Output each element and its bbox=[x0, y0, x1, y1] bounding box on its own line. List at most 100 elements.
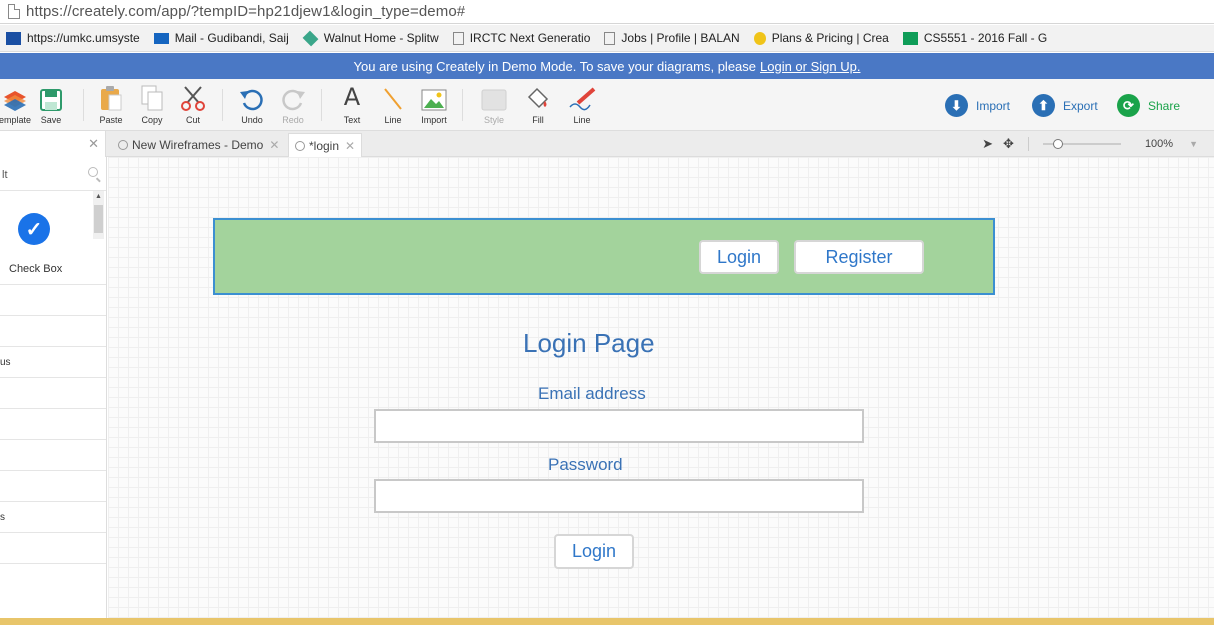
save-label: Save bbox=[40, 115, 62, 125]
shape-checkbox[interactable]: ✓ Check Box ▲ bbox=[0, 191, 106, 285]
bookmark-label: Jobs | Profile | BALAN bbox=[621, 31, 740, 45]
redo-label: Redo bbox=[282, 115, 304, 125]
template-icon bbox=[2, 85, 28, 111]
wireframe-page-title[interactable]: Login Page bbox=[523, 328, 655, 359]
library-row[interactable] bbox=[0, 316, 106, 347]
paste-button[interactable]: Paste bbox=[88, 85, 134, 125]
bookmark-mail[interactable]: Mail - Gudibandi, Saij bbox=[153, 31, 289, 45]
bookmark-irctc[interactable]: IRCTC Next Generatio bbox=[452, 31, 590, 45]
import-image-button[interactable]: Import bbox=[411, 85, 457, 125]
copy-label: Copy bbox=[141, 115, 163, 125]
import-label: Import bbox=[421, 115, 447, 125]
page-icon bbox=[604, 31, 616, 45]
chevron-down-icon[interactable]: ▼ bbox=[1189, 139, 1198, 149]
page-icon bbox=[8, 4, 20, 19]
undo-button[interactable]: Undo bbox=[229, 85, 275, 125]
export-button[interactable]: ⬆ Export bbox=[1032, 94, 1098, 117]
image-icon bbox=[421, 85, 447, 111]
bookmark-umkc[interactable]: https://umkc.umsyste bbox=[6, 31, 140, 45]
line-style-button[interactable]: Line bbox=[559, 85, 605, 125]
copy-button[interactable]: Copy bbox=[129, 85, 175, 125]
close-icon[interactable]: ✕ bbox=[88, 136, 99, 152]
text-button[interactable]: A Text bbox=[329, 83, 375, 125]
toolbar-divider bbox=[321, 89, 322, 121]
sheet-icon bbox=[902, 31, 918, 45]
url-text[interactable]: https://creately.com/app/?tempID=hp21dje… bbox=[26, 3, 465, 20]
zoom-slider-handle[interactable] bbox=[1052, 139, 1063, 149]
import-btn-label: Import bbox=[976, 98, 1011, 113]
fill-button[interactable]: Fill bbox=[515, 85, 561, 125]
save-button[interactable]: Save bbox=[28, 85, 74, 125]
zoom-level: 100% bbox=[1144, 138, 1174, 150]
paste-label: Paste bbox=[99, 115, 123, 125]
zoom-slider[interactable] bbox=[1042, 139, 1121, 149]
style-label: Style bbox=[483, 115, 504, 125]
umkc-icon bbox=[6, 31, 21, 45]
toolbar-divider bbox=[222, 89, 223, 121]
library-row[interactable]: us bbox=[0, 347, 106, 378]
close-icon[interactable]: ✕ bbox=[345, 139, 355, 153]
bookmark-jobs[interactable]: Jobs | Profile | BALAN bbox=[604, 31, 740, 45]
tab-status-icon bbox=[118, 140, 128, 150]
scroll-up-icon[interactable]: ▲ bbox=[95, 193, 102, 200]
library-row[interactable] bbox=[0, 409, 106, 440]
bookmark-cs5551[interactable]: CS5551 - 2016 Fall - G bbox=[902, 31, 1048, 45]
wireframe-header-login-button[interactable]: Login bbox=[699, 240, 779, 274]
wireframe-email-field[interactable] bbox=[374, 409, 864, 443]
bookmark-walnut[interactable]: Walnut Home - Splitw bbox=[302, 30, 439, 46]
refresh-icon: ⟳ bbox=[1117, 94, 1140, 117]
library-row[interactable] bbox=[0, 378, 106, 409]
bookmark-label: CS5551 - 2016 Fall - G bbox=[923, 31, 1048, 45]
page-icon bbox=[452, 31, 464, 45]
share-button[interactable]: ⟳ Share bbox=[1117, 94, 1180, 117]
wireframe-email-label[interactable]: Email address bbox=[538, 384, 646, 404]
tab-login[interactable]: *login ✕ bbox=[288, 133, 363, 157]
toolbar: emplate Save Paste Copy Cut Undo Redo A … bbox=[0, 79, 1214, 131]
login-signup-link[interactable]: Login or Sign Up. bbox=[760, 59, 860, 74]
text-label: Text bbox=[343, 115, 361, 125]
wireframe-submit-login-button[interactable]: Login bbox=[554, 534, 634, 569]
pointer-icon[interactable]: ➤ bbox=[982, 136, 993, 152]
library-row[interactable] bbox=[0, 471, 106, 502]
shape-library-search[interactable]: lt bbox=[0, 157, 106, 191]
checkmark-icon: ✓ bbox=[18, 213, 50, 245]
undo-label: Undo bbox=[241, 115, 263, 125]
scrollbar-thumb[interactable] bbox=[94, 205, 103, 233]
text-icon: A bbox=[343, 83, 361, 111]
shapes-panel: lt ✓ Check Box ▲ us s bbox=[0, 157, 107, 620]
bottom-status-strip bbox=[0, 618, 1214, 625]
cut-button[interactable]: Cut bbox=[170, 85, 216, 125]
line-button[interactable]: Line bbox=[370, 85, 416, 125]
wireframe-password-field[interactable] bbox=[374, 479, 864, 513]
scrollbar[interactable]: ▲ bbox=[93, 191, 104, 239]
address-bar[interactable]: https://creately.com/app/?tempID=hp21dje… bbox=[0, 0, 1214, 24]
redo-button[interactable]: Redo bbox=[270, 85, 316, 125]
library-row[interactable] bbox=[0, 533, 106, 564]
tab-status-icon bbox=[295, 140, 305, 151]
wireframe-register-button[interactable]: Register bbox=[794, 240, 924, 274]
bookmark-plans[interactable]: Plans & Pricing | Crea bbox=[753, 31, 889, 45]
shape-search-input[interactable]: ✕ bbox=[0, 131, 106, 157]
paste-icon bbox=[100, 85, 122, 111]
close-icon[interactable]: ✕ bbox=[269, 138, 279, 152]
library-row[interactable]: s bbox=[0, 502, 106, 533]
search-icon[interactable] bbox=[88, 167, 98, 177]
undo-icon bbox=[239, 85, 265, 111]
divider bbox=[1027, 137, 1029, 151]
style-button[interactable]: Style bbox=[471, 85, 517, 125]
tab-label: New Wireframes - Demo bbox=[132, 138, 264, 152]
pencil-icon bbox=[568, 85, 596, 111]
bookmark-label: Mail - Gudibandi, Saij bbox=[174, 31, 289, 45]
export-btn-label: Export bbox=[1063, 98, 1098, 113]
move-icon[interactable]: ✥ bbox=[1003, 136, 1014, 152]
tab-new-wireframes[interactable]: New Wireframes - Demo ✕ bbox=[112, 133, 285, 157]
demo-banner: You are using Creately in Demo Mode. To … bbox=[0, 53, 1214, 79]
import-button[interactable]: ⬇ Import bbox=[945, 94, 1010, 117]
template-label: emplate bbox=[0, 115, 32, 125]
library-row[interactable] bbox=[0, 285, 106, 316]
redo-icon bbox=[280, 85, 306, 111]
wireframe-password-label[interactable]: Password bbox=[548, 455, 623, 475]
line-label: Line bbox=[384, 115, 402, 125]
tab-label: *login bbox=[309, 138, 340, 153]
library-row[interactable] bbox=[0, 440, 106, 471]
